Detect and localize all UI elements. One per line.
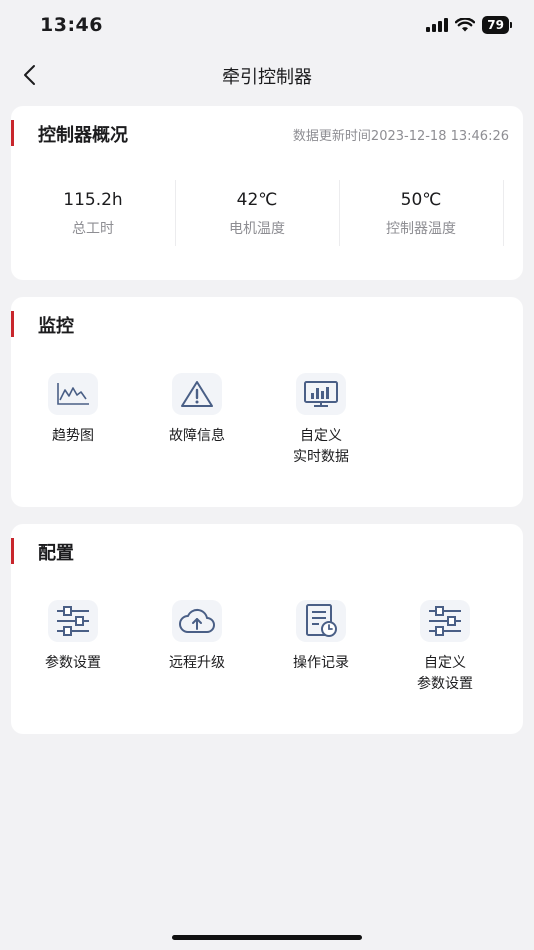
- status-time: 13:46: [40, 14, 103, 36]
- icon-box: [296, 600, 346, 642]
- remote-upgrade-button[interactable]: 远程升级: [135, 600, 259, 674]
- stat-motor-temp: 42℃ 电机温度: [175, 180, 339, 246]
- parameter-settings-button[interactable]: 参数设置: [11, 600, 135, 674]
- icon-box: [172, 373, 222, 415]
- cloud-upload-icon: [179, 608, 215, 633]
- stat-label: 控制器温度: [386, 221, 456, 237]
- icon-box: [296, 373, 346, 415]
- stat-controller-temp: 50℃ 控制器温度: [339, 180, 503, 246]
- config-card: 配置 参数设置 远程升级 操作记录 自定义 参数设置: [11, 524, 523, 734]
- realtime-data-icon: [304, 381, 338, 407]
- home-indicator: [172, 935, 362, 940]
- controller-overview-card: 控制器概况 数据更新时间2023-12-18 13:46:26 115.2h 总…: [11, 106, 523, 280]
- section-accent-bar: [11, 311, 14, 337]
- section-accent-bar: [11, 120, 14, 146]
- nav-bar: 牵引控制器: [0, 52, 534, 98]
- monitor-header: 监控: [11, 311, 523, 337]
- trend-chart-icon: [57, 383, 89, 405]
- update-time: 数据更新时间2023-12-18 13:46:26: [292, 129, 509, 144]
- custom-parameter-settings-button[interactable]: 自定义 参数设置: [383, 600, 507, 695]
- monitor-card: 监控 趋势图 故障信息 自定义 实时数据: [11, 297, 523, 507]
- grid-label: 操作记录: [293, 655, 349, 671]
- config-title: 配置: [38, 543, 74, 564]
- stat-value: 50℃: [400, 190, 442, 210]
- custom-realtime-data-button[interactable]: 自定义 实时数据: [259, 373, 383, 468]
- section-accent-bar: [11, 538, 14, 564]
- stat-value: 42℃: [236, 190, 278, 210]
- config-header: 配置: [11, 538, 523, 564]
- overview-header: 控制器概况 数据更新时间2023-12-18 13:46:26: [11, 120, 523, 146]
- status-icons: 79: [426, 16, 512, 34]
- sliders-icon: [429, 606, 461, 636]
- sliders-icon: [57, 606, 89, 636]
- grid-label: 参数设置: [45, 655, 101, 671]
- grid-label: 自定义 参数设置: [417, 655, 473, 692]
- fault-info-button[interactable]: 故障信息: [135, 373, 259, 447]
- stat-value: 115.2h: [63, 190, 123, 210]
- grid-label: 故障信息: [169, 428, 225, 444]
- wifi-icon: [455, 17, 476, 31]
- page-title: 牵引控制器: [222, 67, 312, 88]
- icon-box: [172, 600, 222, 642]
- battery-icon: 79: [482, 16, 512, 34]
- stat-label: 电机温度: [229, 221, 285, 237]
- record-log-icon: [306, 604, 337, 637]
- icon-box: [48, 373, 98, 415]
- monitor-title: 监控: [38, 316, 74, 337]
- grid-label: 远程升级: [169, 655, 225, 671]
- stat-label: 总工时: [72, 221, 114, 237]
- warning-triangle-icon: [181, 381, 213, 407]
- cellular-signal-icon: [426, 18, 449, 32]
- stats-row: 115.2h 总工时 42℃ 电机温度 50℃ 控制器温度: [11, 180, 523, 246]
- grid-label: 自定义 实时数据: [293, 428, 349, 465]
- trend-chart-button[interactable]: 趋势图: [11, 373, 135, 447]
- status-bar: 13:46 79: [0, 0, 534, 52]
- stat-total-hours: 115.2h 总工时: [11, 180, 175, 246]
- divider: [503, 180, 504, 246]
- operation-log-button[interactable]: 操作记录: [259, 600, 383, 674]
- grid-label: 趋势图: [52, 428, 94, 444]
- icon-box: [420, 600, 470, 642]
- icon-box: [48, 600, 98, 642]
- overview-title: 控制器概况: [38, 125, 128, 146]
- battery-level: 79: [482, 16, 509, 34]
